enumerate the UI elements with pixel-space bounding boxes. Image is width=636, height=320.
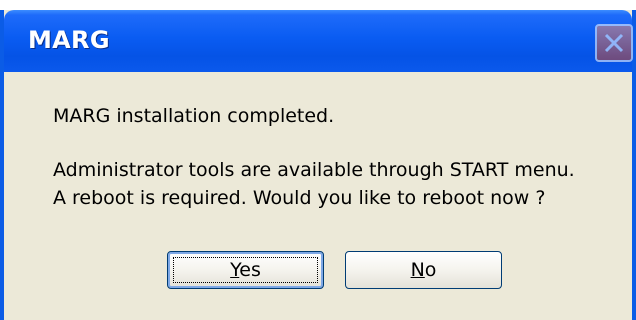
yes-button[interactable]: Yes bbox=[167, 251, 324, 289]
message-dialog: MARG MARG installation completed. Admini… bbox=[0, 10, 636, 320]
message-line-2: Administrator tools are available throug… bbox=[53, 159, 575, 181]
no-button[interactable]: No bbox=[345, 251, 502, 289]
focus-rectangle bbox=[173, 257, 318, 283]
no-label-rest: o bbox=[424, 259, 437, 281]
close-button[interactable] bbox=[595, 24, 633, 62]
title-bar[interactable]: MARG bbox=[4, 10, 633, 72]
message-line-3: A reboot is required. Would you like to … bbox=[53, 187, 546, 209]
no-mnemonic: N bbox=[410, 259, 425, 281]
message-line-1: MARG installation completed. bbox=[53, 105, 335, 127]
dialog-title: MARG bbox=[28, 26, 110, 54]
close-icon bbox=[604, 33, 624, 53]
